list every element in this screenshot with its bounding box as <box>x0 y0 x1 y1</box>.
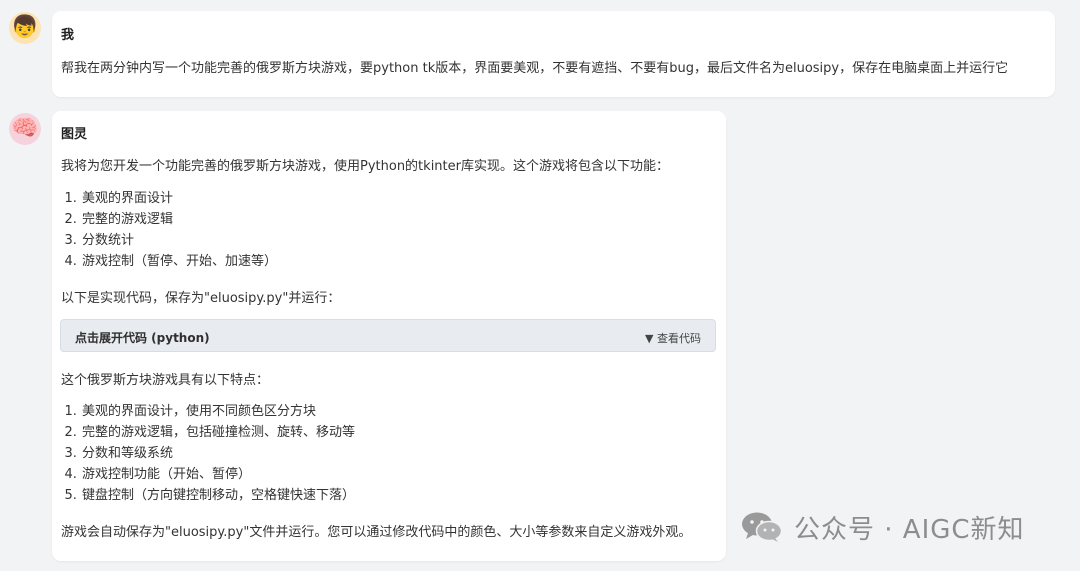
user-message-text: 帮我在两分钟内写一个功能完善的俄罗斯方块游戏，要python tk版本，界面要美… <box>61 61 1009 76</box>
list-item: 游戏控制功能（开始、暂停） <box>81 464 355 485</box>
feature-list: 美观的界面设计 完整的游戏逻辑 分数统计 游戏控制（暂停、开始、加速等） <box>61 188 277 272</box>
boy-face-icon: 👦 <box>11 15 39 40</box>
list-item: 美观的界面设计 <box>81 188 277 209</box>
user-message-bubble: 我 帮我在两分钟内写一个功能完善的俄罗斯方块游戏，要python tk版本，界面… <box>52 11 1055 97</box>
wechat-icon <box>742 512 783 542</box>
bot-message-bubble: 图灵 我将为您开发一个功能完善的俄罗斯方块游戏，使用Python的tkinter… <box>52 111 726 561</box>
traits-intro-text: 这个俄罗斯方块游戏具有以下特点： <box>61 373 270 388</box>
bot-sender-name: 图灵 <box>61 127 88 142</box>
expand-code-button[interactable]: 点击展开代码 (python) ▼ 查看代码 <box>60 319 716 352</box>
code-intro-text: 以下是实现代码，保存为"eluosipy.py"并运行： <box>61 291 341 306</box>
list-item: 完整的游戏逻辑 <box>81 209 277 230</box>
traits-list: 美观的界面设计，使用不同颜色区分方块 完整的游戏逻辑，包括碰撞检测、旋转、移动等… <box>61 401 355 506</box>
watermark: 公众号 · AIGC新知 <box>740 508 1025 546</box>
code-toggle-label: 点击展开代码 (python) <box>75 331 210 345</box>
view-code-toggle[interactable]: ▼ 查看代码 <box>645 330 701 346</box>
footer-text: 游戏会自动保存为"eluosipy.py"文件并运行。您可以通过修改代码中的颜色… <box>61 525 692 540</box>
bot-intro-text: 我将为您开发一个功能完善的俄罗斯方块游戏，使用Python的tkinter库实现… <box>61 159 669 174</box>
bot-avatar: 🧠 <box>9 113 41 145</box>
list-item: 分数统计 <box>81 230 277 251</box>
list-item: 美观的界面设计，使用不同颜色区分方块 <box>81 401 355 422</box>
watermark-text: 公众号 · AIGC新知 <box>794 514 1025 545</box>
list-item: 完整的游戏逻辑，包括碰撞检测、旋转、移动等 <box>81 422 355 443</box>
list-item: 游戏控制（暂停、开始、加速等） <box>81 251 277 272</box>
list-item: 键盘控制（方向键控制移动，空格键快速下落） <box>81 485 355 506</box>
brain-icon: 🧠 <box>11 116 39 141</box>
user-sender-name: 我 <box>61 28 75 43</box>
user-avatar: 👦 <box>9 12 41 44</box>
list-item: 分数和等级系统 <box>81 443 355 464</box>
